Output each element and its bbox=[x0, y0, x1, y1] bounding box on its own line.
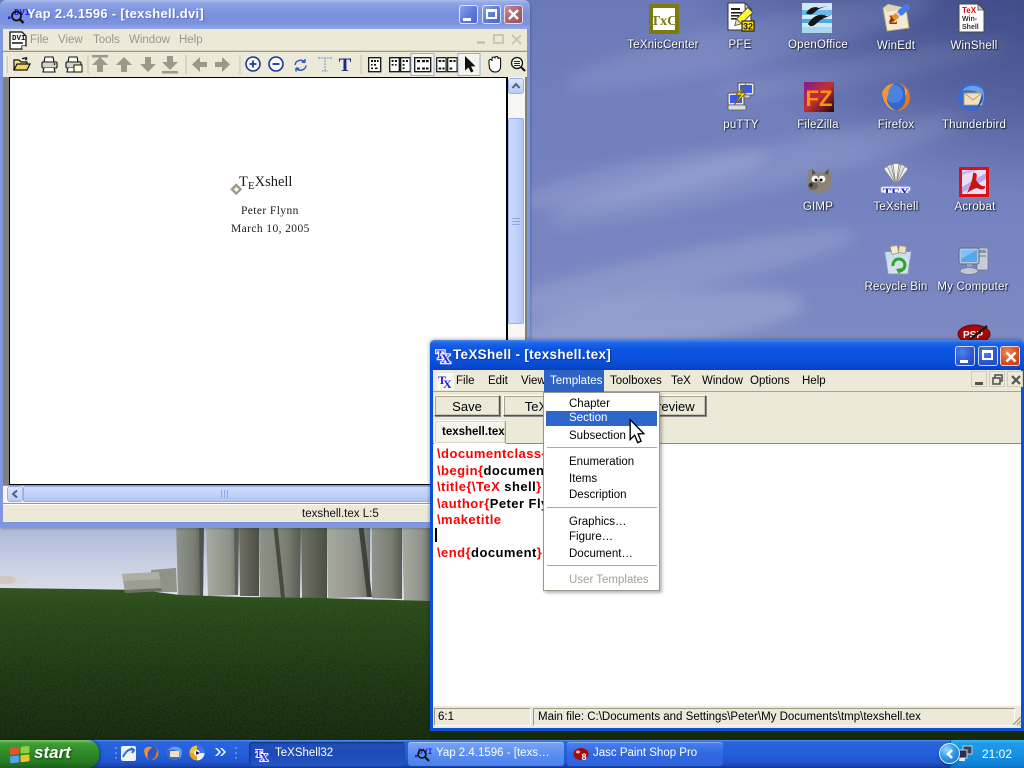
svg-text:8: 8 bbox=[581, 752, 586, 762]
svg-text:FZ: FZ bbox=[806, 86, 833, 111]
svg-text:TeX: TeX bbox=[962, 6, 977, 15]
svg-text:X: X bbox=[441, 351, 451, 365]
svg-text:X: X bbox=[443, 377, 452, 390]
svg-text:DVI: DVI bbox=[12, 35, 26, 43]
svg-text:T: T bbox=[339, 55, 352, 76]
svg-text:Win-: Win- bbox=[962, 16, 978, 23]
svg-text:TxC: TxC bbox=[651, 14, 677, 29]
svg-text:32: 32 bbox=[743, 22, 753, 32]
svg-text:Shell: Shell bbox=[962, 24, 979, 31]
svg-text:X: X bbox=[260, 752, 268, 762]
svg-text:TEX: TEX bbox=[883, 185, 910, 193]
